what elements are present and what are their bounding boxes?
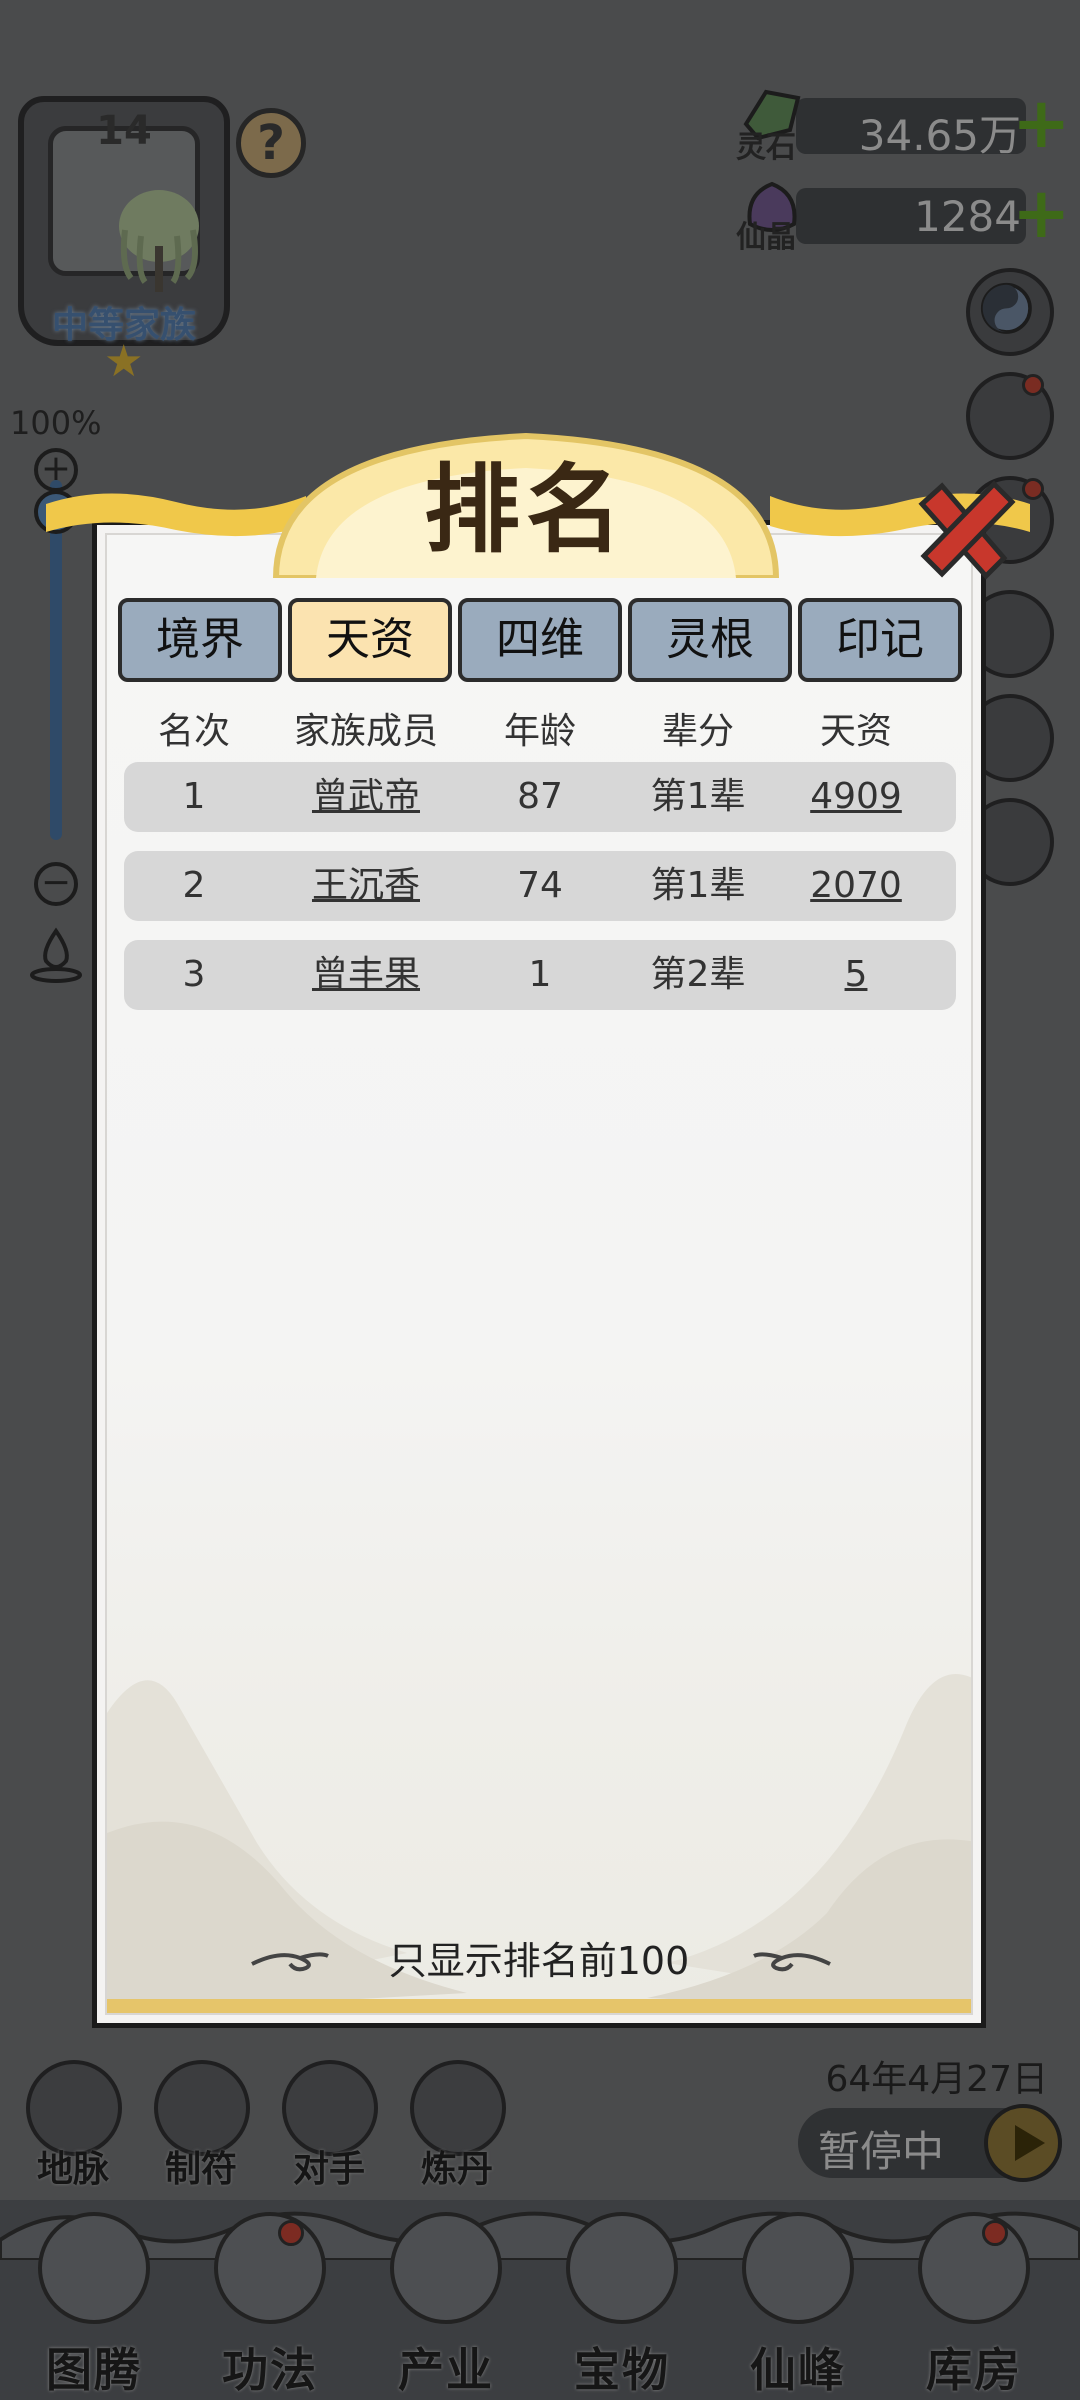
clan-badge[interactable]: 14 中等家族 ★ — [18, 96, 230, 387]
nav-label: 功法 — [222, 2343, 318, 2397]
quick-action-zhifu[interactable]: 制符 — [146, 2060, 256, 2190]
nav-label: 宝物 — [574, 2343, 670, 2397]
nav-label: 库房 — [926, 2343, 1022, 2397]
quick-action-label: 炼丹 — [420, 2149, 493, 2190]
resource-xianjing: 1284 仙晶 + — [736, 178, 1071, 255]
tab-linggen[interactable]: 灵根 — [628, 598, 792, 682]
column-header-age: 年龄 — [503, 711, 576, 752]
quick-action-label: 地脉 — [36, 2149, 109, 2190]
lingshi-label: 灵石 — [736, 130, 796, 165]
tab-siwei[interactable]: 四维 — [458, 598, 622, 682]
column-header-member: 家族成员 — [293, 711, 438, 752]
play-icon[interactable] — [984, 2104, 1062, 2182]
resource-lingshi: 34.65万 灵石 + — [736, 88, 1071, 165]
mountain-estate-icon — [390, 2212, 502, 2324]
treasure-bell-icon — [566, 2212, 678, 2324]
notification-dot — [982, 2220, 1008, 2246]
table-row: 3 曾丰果 1 第2辈 5 — [124, 940, 956, 1010]
nav-baowu[interactable]: 宝物 — [536, 2212, 708, 2400]
nav-label: 产业 — [398, 2343, 494, 2397]
rank-cell: 3 — [182, 954, 206, 995]
rank-cell: 2 — [182, 865, 206, 906]
column-header-rank: 名次 — [157, 711, 230, 752]
clan-level: 14 — [96, 108, 152, 154]
talent-value-link[interactable]: 5 — [796, 940, 916, 1010]
yinyang-gear-icon — [980, 282, 1032, 334]
ranking-footnote: 只显示排名前100 — [388, 1939, 690, 1983]
quick-action-duishou[interactable]: 对手 — [274, 2060, 384, 2190]
help-button[interactable]: ? — [236, 108, 306, 178]
pause-button[interactable]: 暂停中 — [798, 2104, 1062, 2182]
quick-action-label: 制符 — [164, 2149, 237, 2190]
xianjing-add-button[interactable]: + — [1012, 178, 1071, 248]
modal-bottom-trim — [107, 1999, 971, 2013]
zoom-percent: 100% — [10, 404, 102, 442]
ranking-tabs: 境界 天资 四维 灵根 印记 — [118, 598, 962, 682]
member-name-link[interactable]: 王沉香 — [276, 851, 456, 921]
totem-orb-icon — [38, 2212, 150, 2324]
nav-label: 图腾 — [46, 2343, 142, 2397]
xianjing-value: 1284 — [914, 192, 1021, 241]
column-header-talent: 天资 — [819, 711, 892, 752]
pause-label: 暂停中 — [818, 2127, 945, 2176]
lingshi-value: 34.65万 — [858, 111, 1021, 160]
cloud-swirl-right-icon — [753, 1952, 831, 1972]
tab-yinji[interactable]: 印记 — [798, 598, 962, 682]
generation-cell: 第2辈 — [650, 954, 746, 995]
table-row: 2 王沉香 74 第1辈 2070 — [124, 851, 956, 921]
xianjing-label: 仙晶 — [736, 220, 796, 255]
quick-action-liandan[interactable]: 炼丹 — [402, 2060, 512, 2190]
generation-cell: 第1辈 — [650, 865, 746, 906]
age-cell: 87 — [517, 776, 563, 817]
nav-tuteng[interactable]: 图腾 — [8, 2212, 180, 2400]
flame-technique-icon — [214, 2212, 326, 2324]
immortal-peak-icon — [742, 2212, 854, 2324]
quick-action-label: 对手 — [292, 2149, 365, 2190]
side-menu-button-1[interactable] — [966, 372, 1054, 460]
age-cell: 74 — [517, 865, 563, 906]
treasure-bag-icon — [918, 2212, 1030, 2324]
lingshi-add-button[interactable]: + — [1012, 88, 1071, 158]
talent-value-link[interactable]: 2070 — [796, 851, 916, 921]
member-name-link[interactable]: 曾武帝 — [276, 762, 456, 832]
game-date: 64年4月27日 — [825, 2059, 1048, 2100]
nav-xianfeng[interactable]: 仙峰 — [712, 2212, 884, 2400]
tab-tianzi[interactable]: 天资 — [288, 598, 452, 682]
zoom-out-button[interactable]: − — [34, 862, 78, 906]
nav-gongfa[interactable]: 功法 — [184, 2212, 356, 2400]
quick-action-dimai[interactable]: 地脉 — [18, 2060, 128, 2190]
table-row: 1 曾武帝 87 第1辈 4909 — [124, 762, 956, 832]
close-icon[interactable] — [912, 474, 1022, 584]
rank-cell: 1 — [182, 776, 206, 817]
star-icon: ★ — [104, 336, 144, 387]
nav-label: 仙峰 — [750, 2343, 846, 2397]
modal-content — [105, 533, 973, 2015]
talent-value-link[interactable]: 4909 — [796, 762, 916, 832]
water-drop-icon[interactable] — [26, 925, 86, 985]
modal-title: 排名 — [424, 454, 628, 566]
willow-tree-icon — [119, 190, 199, 292]
column-header-generation: 辈分 — [661, 711, 734, 752]
generation-cell: 第1辈 — [650, 776, 746, 817]
nav-chanye[interactable]: 产业 — [360, 2212, 532, 2400]
help-icon: ? — [257, 115, 285, 171]
tab-jingjie[interactable]: 境界 — [118, 598, 282, 682]
notification-dot — [1022, 374, 1044, 396]
age-cell: 1 — [528, 954, 552, 995]
settings-button[interactable] — [966, 268, 1054, 356]
nav-kufang[interactable]: 库房 — [888, 2212, 1060, 2400]
notification-dot — [278, 2220, 304, 2246]
member-name-link[interactable]: 曾丰果 — [276, 940, 456, 1010]
